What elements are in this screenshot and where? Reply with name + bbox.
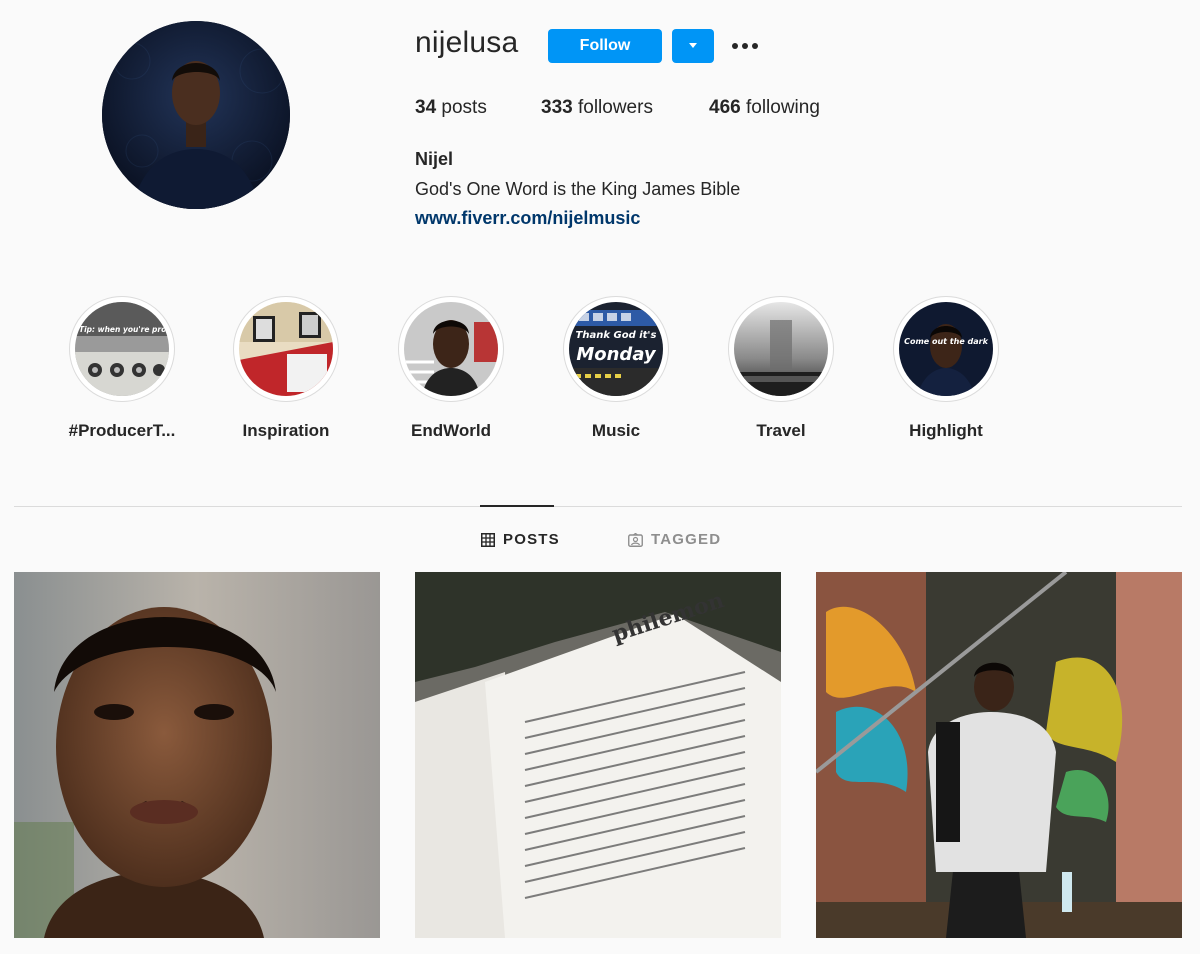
profile-website-link[interactable]: www.fiverr.com/nijelmusic (415, 208, 640, 229)
highlight-producer-tips[interactable]: Tip: when you're producing use these #Pr… (52, 296, 192, 441)
highlight-endworld[interactable]: EndWorld (381, 296, 521, 441)
more-dots-icon (732, 43, 758, 49)
highlight-highlight[interactable]: Come out the dark Highlight (876, 296, 1016, 441)
profile-bio: God's One Word is the King James Bible (415, 179, 741, 199)
highlight-travel[interactable]: Travel (711, 296, 851, 441)
highlight-overlay-text: Tip: when you're producing use these (79, 325, 169, 334)
follow-button[interactable]: Follow (548, 29, 662, 63)
highlight-label: Travel (756, 421, 806, 440)
highlight-overlay-text: Come out the dark (904, 337, 989, 346)
more-options-button[interactable] (728, 33, 762, 59)
highlight-ring[interactable]: Tip: when you're producing use these (69, 296, 175, 402)
followers-link[interactable]: 333 followers (541, 97, 653, 119)
highlight-ring[interactable]: Come out the dark (893, 296, 999, 402)
post-thumbnail[interactable]: philemon (415, 572, 781, 938)
highlight-overlay-line1: Thank God it's (576, 330, 657, 341)
highlight-label: Music (591, 421, 641, 440)
profile-username: nijelusa (415, 26, 519, 59)
highlight-inspiration[interactable]: Inspiration (216, 296, 356, 441)
profile-avatar[interactable] (102, 21, 290, 209)
highlight-overlay-line2: Monday (576, 344, 657, 365)
tab-tagged[interactable]: TAGGED (628, 531, 721, 548)
post-thumbnail[interactable] (14, 572, 380, 938)
highlight-label: Inspiration (242, 421, 330, 440)
highlight-ring[interactable] (233, 296, 339, 402)
caret-down-icon (689, 43, 697, 48)
suggestions-dropdown-button[interactable] (672, 29, 714, 63)
highlight-label: #ProducerT... (68, 421, 176, 440)
highlight-ring[interactable]: Thank God it's Monday (563, 296, 669, 402)
profile-full-name: Nijel (415, 149, 454, 169)
highlight-label: Highlight (909, 421, 983, 440)
following-link[interactable]: 466 following (709, 97, 820, 119)
tab-tagged-label: TAGGED (651, 531, 722, 548)
grid-icon (481, 532, 495, 547)
highlight-music[interactable]: Thank God it's Monday Music (546, 296, 686, 441)
post-thumbnail[interactable] (816, 572, 1182, 938)
posts-count: 34 posts (415, 97, 487, 118)
highlight-ring[interactable] (398, 296, 504, 402)
tabs-divider (14, 506, 1182, 507)
tab-posts[interactable]: POSTS (481, 531, 560, 548)
active-tab-indicator (480, 505, 554, 507)
highlight-label: EndWorld (411, 421, 491, 440)
tagged-icon (628, 532, 643, 547)
tab-posts-label: POSTS (503, 531, 560, 548)
highlight-ring[interactable] (728, 296, 834, 402)
